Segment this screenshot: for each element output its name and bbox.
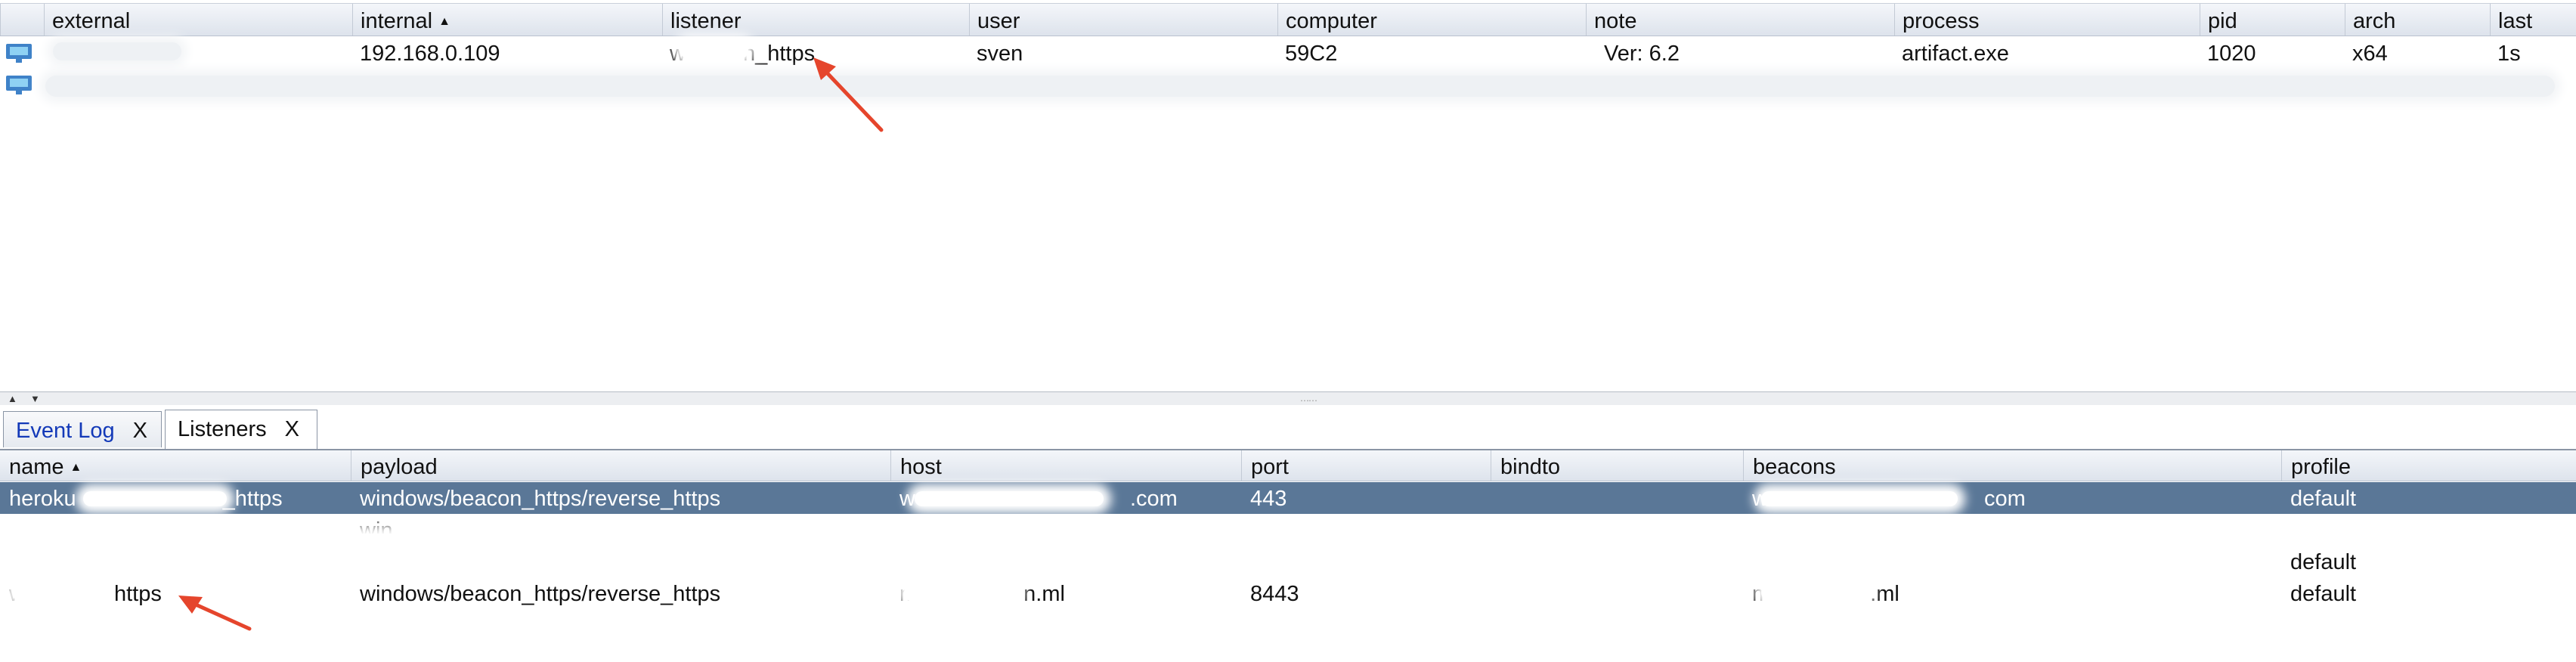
collapse-down-icon[interactable]: ▼ (30, 393, 40, 404)
redaction-smear (1761, 491, 1958, 506)
col-bindto[interactable]: bindto (1491, 450, 1743, 481)
col-user[interactable]: user (969, 4, 1277, 36)
col-last[interactable]: last (2490, 4, 2576, 36)
annotation-arrow-icon (178, 595, 252, 631)
listener-payload: windows/beacon_https/reverse_https (360, 487, 721, 511)
listener-port: 8443 (1250, 582, 1299, 606)
session-user: sven (977, 42, 1023, 66)
redaction-smear (15, 534, 2245, 567)
sort-ascending-icon: ▲ (438, 15, 450, 28)
col-listener[interactable]: listener (662, 4, 969, 36)
windows-session-icon (6, 44, 32, 63)
close-tab-icon[interactable]: X (285, 417, 299, 441)
redaction-smear (45, 76, 2555, 97)
tab-listeners[interactable]: Listeners X (165, 410, 317, 449)
tab-bar: Event Log X Listeners X (0, 405, 2576, 450)
redaction-smear (83, 491, 227, 506)
col-profile[interactable]: profile (2281, 450, 2576, 481)
listeners-header: name ▲ payload host port bindto beacons p… (0, 450, 2576, 481)
sessions-header: external internal ▲ listener user compute… (0, 3, 2576, 36)
drag-grip-icon[interactable]: ⋯⋯ (1300, 395, 1317, 406)
col-pid[interactable]: pid (2200, 4, 2345, 36)
col-beacons-label: beacons (1753, 455, 1836, 479)
listener-profile: default (2290, 582, 2357, 606)
sessions-table: external internal ▲ listener user compute… (0, 0, 2576, 393)
listener-row[interactable]: whttps windows/beacon_https/reverse_http… (0, 577, 2576, 609)
session-computer: 59C2 (1285, 42, 1338, 66)
col-process[interactable]: process (1894, 4, 2200, 36)
col-host-label: host (900, 455, 942, 479)
annotation-arrow-icon (813, 57, 884, 132)
tab-event-log-label[interactable]: Event Log (16, 419, 115, 443)
col-name-label: name (9, 455, 64, 479)
col-external-label: external (52, 9, 131, 33)
redaction-smear (904, 583, 1017, 602)
col-internal[interactable]: internal ▲ (352, 4, 662, 36)
col-payload-label: payload (361, 455, 438, 479)
redaction-smear (680, 42, 748, 59)
col-external[interactable]: external (44, 4, 352, 36)
col-last-label: last (2498, 9, 2533, 33)
col-name[interactable]: name ▲ (0, 450, 351, 481)
col-user-label: user (977, 9, 1020, 33)
col-profile-label: profile (2291, 455, 2351, 479)
listener-bindto (1491, 577, 1743, 609)
session-internal: 192.168.0.109 (360, 42, 500, 66)
listener-bindto (1491, 482, 1743, 514)
col-host[interactable]: host (890, 450, 1241, 481)
col-process-label: process (1903, 9, 1980, 33)
session-process: artifact.exe (1902, 42, 2009, 66)
listener-profile: default (2290, 550, 2357, 574)
header-icon-col[interactable] (0, 4, 44, 36)
col-computer[interactable]: computer (1277, 4, 1586, 36)
col-note[interactable]: note (1586, 4, 1894, 36)
col-payload[interactable]: payload (351, 450, 890, 481)
redaction-smear (12, 583, 95, 602)
redaction-smear (1761, 583, 1867, 602)
tab-listeners-label[interactable]: Listeners (178, 417, 267, 441)
tab-event-log[interactable]: Event Log X (3, 411, 162, 447)
col-arch-label: arch (2353, 9, 2396, 33)
col-beacons[interactable]: beacons (1743, 450, 2281, 481)
close-tab-icon[interactable]: X (133, 419, 147, 443)
listener-profile: default (2290, 487, 2357, 511)
col-port[interactable]: port (1241, 450, 1491, 481)
session-arch: x64 (2352, 42, 2388, 66)
redaction-smear (915, 491, 1104, 506)
session-row[interactable]: 47 192.168.0.109 wn_https sven 59C2 Ver:… (0, 38, 2576, 68)
col-arch[interactable]: arch (2345, 4, 2490, 36)
splitter-bar[interactable]: ▲ ▼ ⋯⋯ (0, 391, 2576, 407)
col-note-label: note (1594, 9, 1637, 33)
windows-session-icon (6, 76, 32, 94)
col-computer-label: computer (1286, 9, 1377, 33)
col-port-label: port (1251, 455, 1289, 479)
col-internal-label: internal (361, 9, 433, 33)
listener-port: 443 (1250, 487, 1287, 511)
col-bindto-label: bindto (1500, 455, 1561, 479)
listeners-table: name ▲ payload host port bindto beacons p… (0, 450, 2576, 662)
col-listener-label: listener (670, 9, 742, 33)
session-note: Ver: 6.2 (1604, 42, 1680, 66)
session-last: 1s (2497, 42, 2521, 66)
collapse-up-icon[interactable]: ▲ (8, 393, 17, 404)
redaction-smear (53, 42, 181, 60)
listener-payload: windows/beacon_https/reverse_https (360, 582, 721, 606)
listener-row[interactable]: heroku _https windows/beacon_https/revers… (0, 482, 2576, 514)
sort-ascending-icon: ▲ (70, 461, 82, 474)
session-pid: 1020 (2207, 42, 2256, 66)
col-pid-label: pid (2208, 9, 2237, 33)
